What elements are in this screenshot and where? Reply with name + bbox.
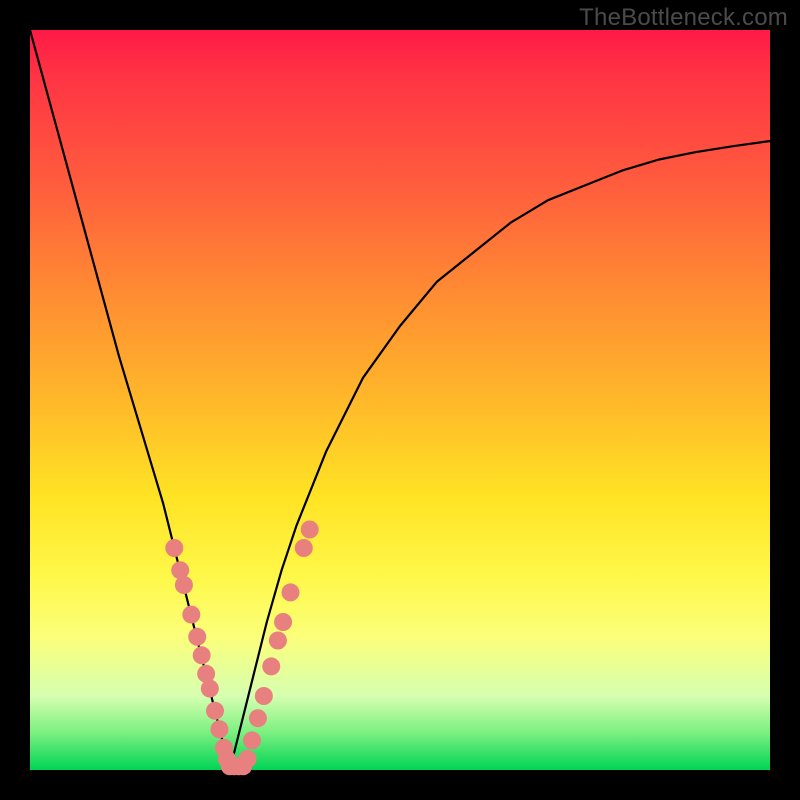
marker-dot — [210, 720, 228, 738]
marker-dot — [255, 687, 273, 705]
marker-dot — [201, 680, 219, 698]
chart-svg — [30, 30, 770, 770]
watermark-text: TheBottleneck.com — [579, 4, 788, 32]
marker-dot — [295, 539, 313, 557]
bottleneck-curve — [30, 30, 770, 770]
marker-dot — [239, 750, 257, 768]
marker-dot — [301, 521, 319, 539]
curve-path — [30, 30, 770, 770]
highlighted-points — [165, 521, 318, 776]
marker-dot — [274, 613, 292, 631]
marker-dot — [188, 628, 206, 646]
marker-dot — [249, 709, 267, 727]
marker-dot — [175, 576, 193, 594]
marker-dot — [206, 702, 224, 720]
marker-dot — [182, 606, 200, 624]
chart-frame: TheBottleneck.com — [0, 0, 800, 800]
plot-area — [30, 30, 770, 770]
marker-dot — [281, 583, 299, 601]
marker-dot — [269, 632, 287, 650]
marker-dot — [193, 646, 211, 664]
marker-dot — [165, 539, 183, 557]
marker-dot — [243, 731, 261, 749]
marker-dot — [262, 657, 280, 675]
